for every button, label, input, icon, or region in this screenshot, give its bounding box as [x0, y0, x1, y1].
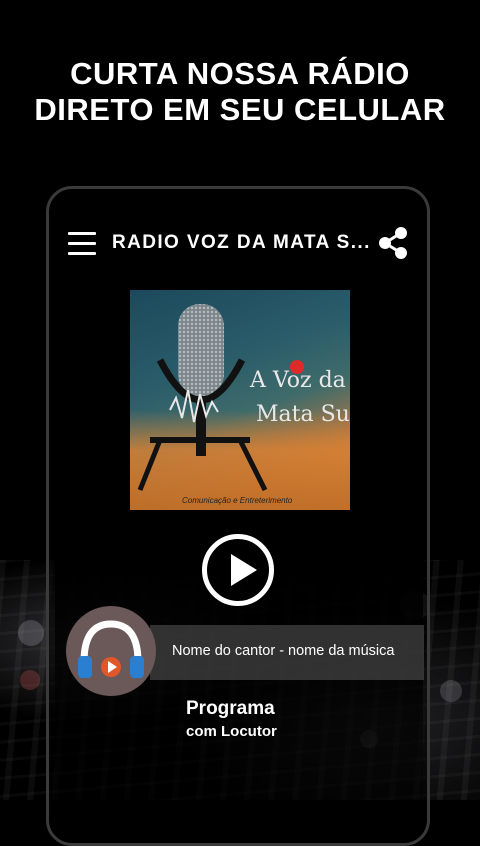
cover-title-line-1: A Voz da	[250, 368, 346, 393]
program-name: Programa	[186, 698, 275, 719]
album-cover: A Voz da Mata Sul Comunicação e Entreter…	[130, 290, 350, 510]
headphones-icon	[78, 620, 144, 678]
play-button[interactable]	[202, 534, 274, 606]
play-icon	[231, 554, 257, 586]
cover-title-line-2: Mata Sul	[256, 402, 350, 427]
app-toolbar: RADIO VOZ DA MATA S...	[55, 216, 423, 272]
program-host: com Locutor	[186, 723, 277, 740]
promo-line-1: CURTA NOSSA RÁDIO	[70, 56, 410, 91]
now-playing-bar: Nome do cantor - nome da música	[150, 625, 424, 680]
promo-line-2: DIRETO EM SEU CELULAR	[34, 92, 446, 127]
station-logo	[66, 606, 156, 696]
cover-subtitle: Comunicação e Entreterimento	[182, 496, 293, 505]
program-info: Programa com Locutor	[186, 698, 346, 740]
hamburger-menu-icon[interactable]	[68, 232, 96, 256]
now-playing-text: Nome do cantor - nome da música	[172, 643, 395, 659]
promo-headline: CURTA NOSSA RÁDIO DIRETO EM SEU CELULAR	[0, 56, 480, 128]
app-title: RADIO VOZ DA MATA S...	[112, 232, 371, 253]
microphone-icon	[137, 304, 304, 492]
share-icon[interactable]	[377, 226, 409, 260]
